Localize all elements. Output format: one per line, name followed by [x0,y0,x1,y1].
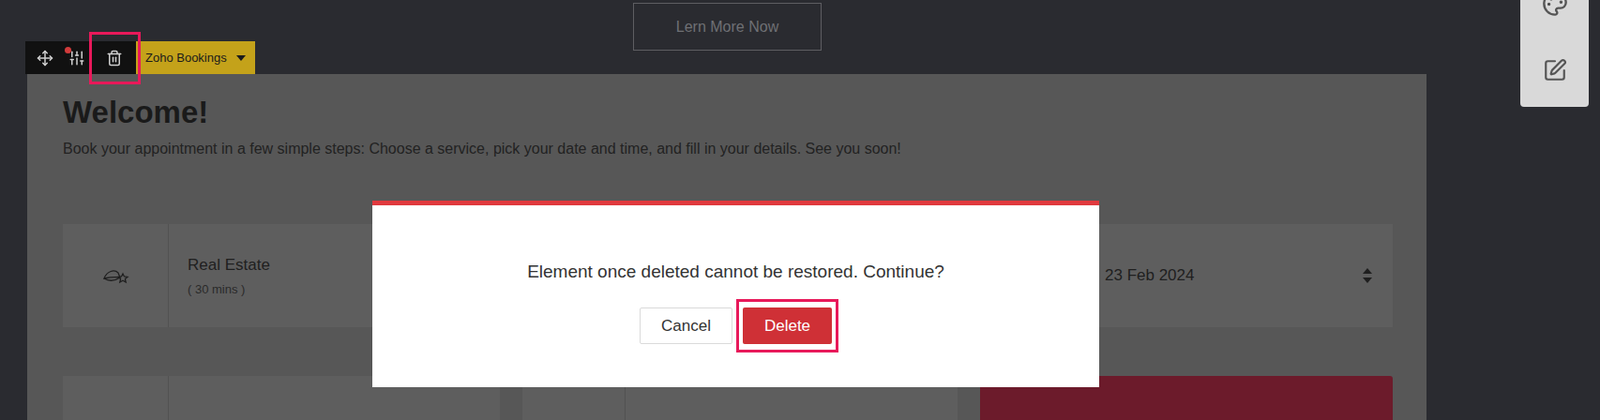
notification-dot [64,46,72,54]
dialog-actions: CancelDelete [639,307,832,345]
settings-icon[interactable] [68,49,86,67]
card-title: Welcome! [62,94,1393,131]
element-toolbar: Zoho Bookings [25,41,256,75]
date-value: 23 Feb 2024 [1104,263,1194,288]
delete-highlight [736,299,839,353]
card-subtitle: Book your appointment in a few simple st… [62,139,1393,159]
hero-strip: Lern More Now Zoho Bookings [0,0,1600,75]
confirm-dialog: Element once deleted cannot be restored.… [372,200,1100,388]
service-name: Real Estate [187,253,271,278]
sort-arrows-icon [1362,268,1373,284]
hat-icon [101,265,130,287]
trash-highlight [89,31,141,85]
editor-page: Lern More Now Zoho Bookings Welcome! Book y… [0,0,1600,420]
element-label[interactable]: Zoho Bookings [135,41,256,75]
cancel-button[interactable]: Cancel [639,307,733,345]
delete-button[interactable]: Delete [742,307,832,345]
side-panel [1520,0,1589,107]
service-duration: ( 30 mins ) [187,280,271,300]
palette-icon[interactable] [1541,0,1569,17]
learn-more-button[interactable]: Lern More Now [633,2,822,51]
trash-icon[interactable] [105,49,123,67]
dialog-message: Element once deleted cannot be restored.… [527,260,945,284]
move-icon[interactable] [36,49,54,67]
caret-down-icon [236,55,246,61]
edit-icon[interactable] [1542,58,1568,83]
